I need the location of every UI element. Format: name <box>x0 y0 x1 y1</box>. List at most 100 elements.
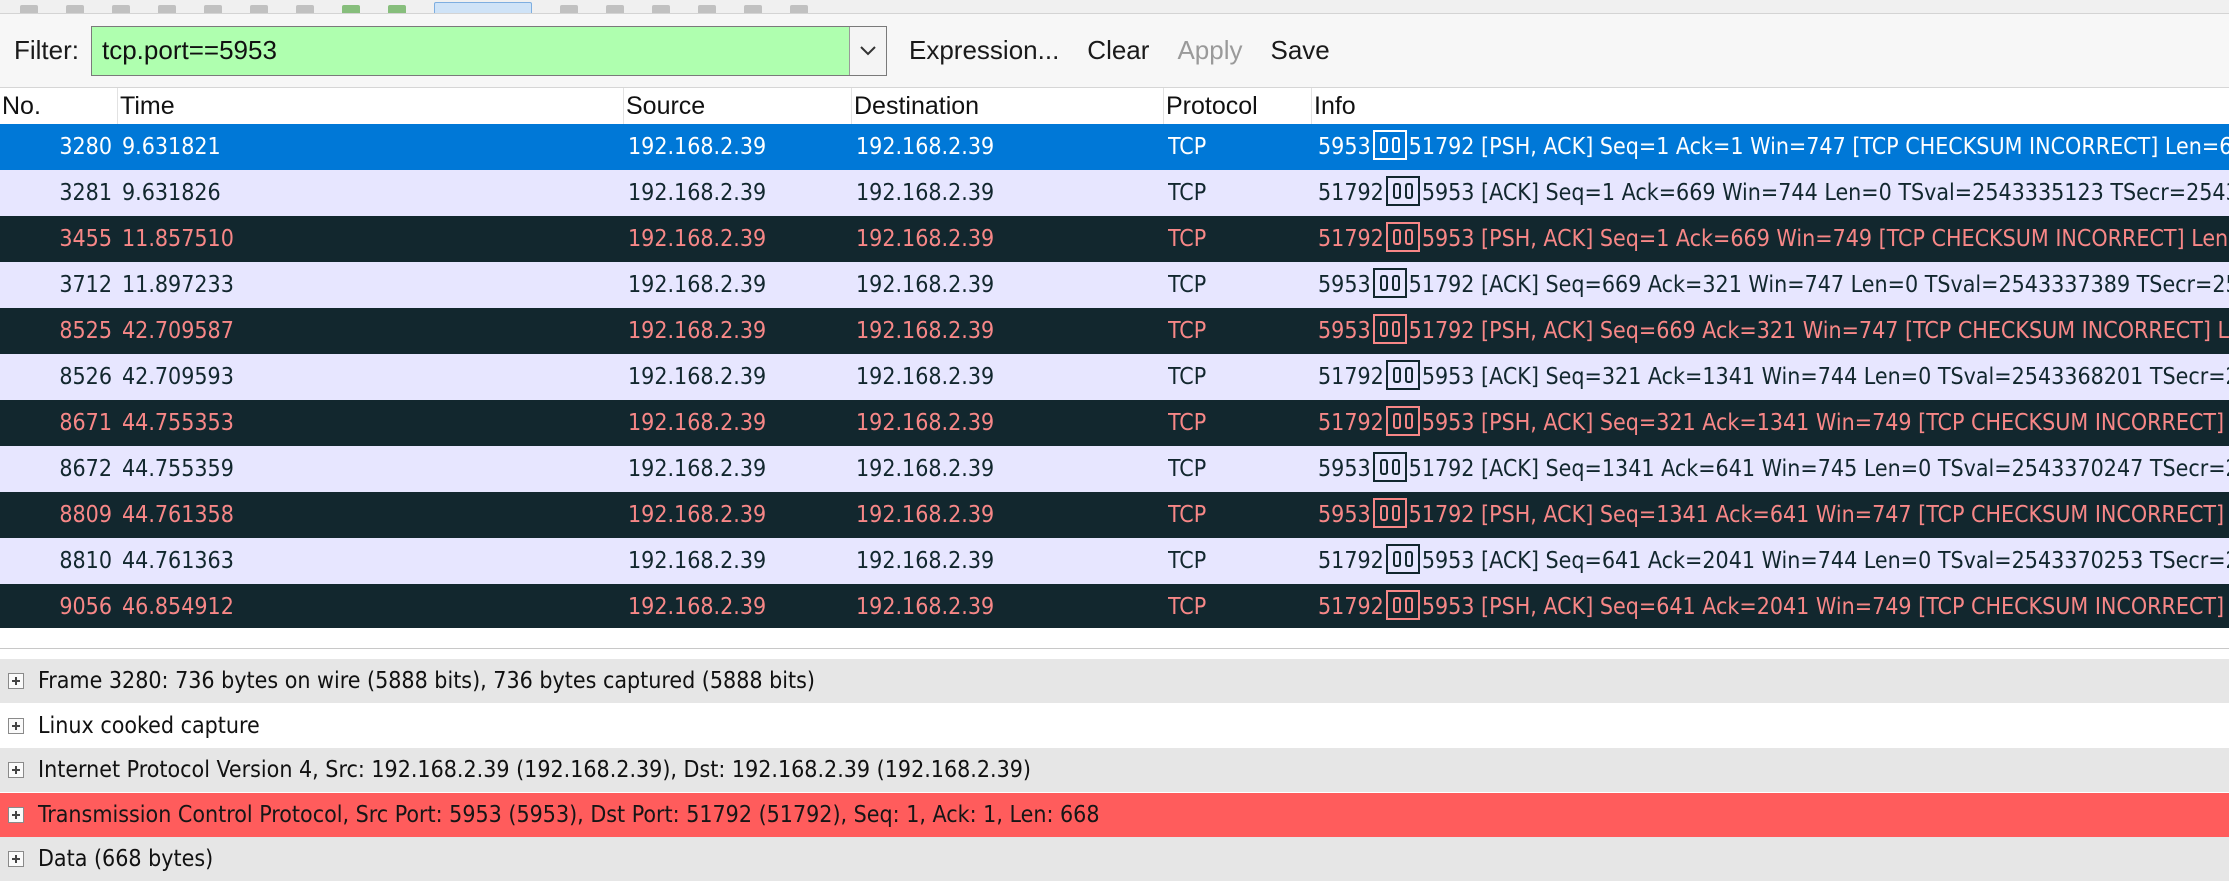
packet-info: 51792 5953 [ACK] Seq=321 Ack=1341 Win=744… <box>1318 354 2229 400</box>
packet-row[interactable]: 3455 11.857510 192.168.2.39 192.168.2.39 TCP… <box>0 216 2229 262</box>
expression-button[interactable]: Expression... <box>903 31 1065 70</box>
packet-info-src-port: 5953 <box>1318 456 1371 482</box>
packet-row[interactable]: 3280 9.631821 192.168.2.39 192.168.2.39 TCP 5… <box>0 124 2229 170</box>
packet-no: 3281 <box>59 180 112 206</box>
packet-info-rest: 51792 [ACK] Seq=669 Ack=321 Win=747 Len=… <box>1408 272 2229 298</box>
packet-time: 11.857510 <box>122 226 234 252</box>
packet-no: 9056 <box>59 594 112 620</box>
packet-time: 44.761363 <box>122 548 234 574</box>
packet-row[interactable]: 8810 44.761363 192.168.2.39 192.168.2.39 TCP… <box>0 538 2229 584</box>
column-header-destination[interactable]: Destination <box>852 88 1164 124</box>
packet-protocol: TCP <box>1168 318 1207 344</box>
toolbar-icon[interactable] <box>112 5 130 13</box>
arrow-glyph-icon <box>1385 222 1420 252</box>
packet-info-src-port: 51792 <box>1318 364 1384 390</box>
packet-destination: 192.168.2.39 <box>856 594 995 620</box>
packet-info-src-port: 5953 <box>1318 502 1371 528</box>
packet-info-rest: 5953 [ACK] Seq=321 Ack=1341 Win=744 Len=… <box>1421 364 2229 390</box>
main-toolbar <box>0 0 2229 14</box>
packet-time: 9.631821 <box>122 134 221 160</box>
packet-time: 42.709593 <box>122 364 234 390</box>
packet-info: 5953 51792 [PSH, ACK] Seq=1341 Ack=641 Wi… <box>1318 492 2229 538</box>
packet-row[interactable]: 8672 44.755359 192.168.2.39 192.168.2.39 TCP… <box>0 446 2229 492</box>
packet-info-rest: 5953 [ACK] Seq=1 Ack=669 Win=744 Len=0 T… <box>1421 180 2229 206</box>
packet-row[interactable]: 8809 44.761358 192.168.2.39 192.168.2.39 TCP… <box>0 492 2229 538</box>
packet-info: 5953 51792 [PSH, ACK] Seq=1 Ack=1 Win=747… <box>1318 124 2229 170</box>
packet-no: 8809 <box>59 502 112 528</box>
apply-button[interactable]: Apply <box>1171 31 1248 70</box>
detail-tree-item[interactable]: Transmission Control Protocol, Src Port:… <box>0 792 2229 837</box>
packet-no: 3280 <box>59 134 112 160</box>
detail-tree-item[interactable]: Internet Protocol Version 4, Src: 192.16… <box>0 748 2229 792</box>
packet-list[interactable]: 3280 9.631821 192.168.2.39 192.168.2.39 TCP 5… <box>0 124 2229 628</box>
packet-info-rest: 51792 [ACK] Seq=1341 Ack=641 Win=745 Len… <box>1408 456 2229 482</box>
filter-input[interactable] <box>92 27 854 74</box>
packet-destination: 192.168.2.39 <box>856 272 995 298</box>
toolbar-icon[interactable] <box>66 5 84 13</box>
packet-row[interactable]: 8525 42.709587 192.168.2.39 192.168.2.39 TCP… <box>0 308 2229 354</box>
plus-box-icon[interactable] <box>8 851 24 867</box>
column-header-time[interactable]: Time <box>118 88 624 124</box>
toolbar-icon[interactable] <box>790 5 808 13</box>
arrow-glyph-icon <box>1385 360 1420 390</box>
toolbar-icon[interactable] <box>20 5 38 13</box>
packet-row[interactable]: 3281 9.631826 192.168.2.39 192.168.2.39 TCP 5… <box>0 170 2229 216</box>
toolbar-icon[interactable] <box>204 5 222 13</box>
toolbar-icon[interactable] <box>744 5 762 13</box>
packet-source: 192.168.2.39 <box>628 594 767 620</box>
packet-destination: 192.168.2.39 <box>856 502 995 528</box>
packet-destination: 192.168.2.39 <box>856 364 995 390</box>
detail-tree-label: Linux cooked capture <box>38 712 260 739</box>
filter-combobox[interactable] <box>91 25 887 76</box>
detail-tree-item[interactable]: Linux cooked capture <box>0 704 2229 748</box>
toolbar-icon[interactable] <box>652 5 670 13</box>
packet-info-src-port: 5953 <box>1318 272 1371 298</box>
detail-tree-item[interactable]: Data (668 bytes) <box>0 837 2229 881</box>
packet-destination: 192.168.2.39 <box>856 226 995 252</box>
plus-box-icon[interactable] <box>8 806 24 823</box>
packet-destination: 192.168.2.39 <box>856 548 995 574</box>
chevron-down-icon[interactable] <box>849 26 886 75</box>
clear-button[interactable]: Clear <box>1081 31 1155 70</box>
toolbar-icon[interactable] <box>158 5 176 13</box>
packet-protocol: TCP <box>1168 272 1207 298</box>
detail-tree-item[interactable]: Frame 3280: 736 bytes on wire (5888 bits… <box>0 659 2229 703</box>
plus-box-icon[interactable] <box>8 673 24 689</box>
plus-box-icon[interactable] <box>8 717 24 734</box>
packet-time: 44.755359 <box>122 456 234 482</box>
packet-info: 51792 5953 [ACK] Seq=641 Ack=2041 Win=744… <box>1318 538 2229 584</box>
toolbar-icon[interactable] <box>250 5 268 13</box>
column-header-info[interactable]: Info <box>1312 88 2229 124</box>
packet-no: 3455 <box>59 226 112 252</box>
toolbar-icon[interactable] <box>698 5 716 13</box>
packet-source: 192.168.2.39 <box>628 318 767 344</box>
detail-tree-label: Data (668 bytes) <box>38 846 214 872</box>
plus-box-icon[interactable] <box>8 762 24 778</box>
packet-info-rest: 5953 [PSH, ACK] Seq=641 Ack=2041 Win=749… <box>1421 594 2229 620</box>
packet-row[interactable]: 8671 44.755353 192.168.2.39 192.168.2.39 TCP… <box>0 400 2229 446</box>
column-header-source[interactable]: Source <box>624 88 852 124</box>
toolbar-icon-selected[interactable] <box>434 2 532 13</box>
toolbar-icon[interactable] <box>560 5 578 13</box>
arrow-glyph-icon <box>1385 176 1420 206</box>
packet-info-rest: 51792 [PSH, ACK] Seq=669 Ack=321 Win=747… <box>1408 318 2229 344</box>
filter-label: Filter: <box>14 35 79 65</box>
packet-destination: 192.168.2.39 <box>856 134 995 160</box>
column-header-protocol[interactable]: Protocol <box>1164 88 1312 124</box>
packet-time: 11.897233 <box>122 272 234 298</box>
toolbar-icon[interactable] <box>606 5 624 13</box>
packet-protocol: TCP <box>1168 456 1207 482</box>
column-header-no[interactable]: No. <box>0 88 118 124</box>
packet-protocol: TCP <box>1168 226 1207 252</box>
packet-time: 44.755353 <box>122 410 234 436</box>
packet-row[interactable]: 9056 46.854912 192.168.2.39 192.168.2.39 TCP… <box>0 584 2229 628</box>
save-button[interactable]: Save <box>1264 31 1335 70</box>
packet-source: 192.168.2.39 <box>628 180 767 206</box>
toolbar-icon[interactable] <box>342 5 360 13</box>
toolbar-icon[interactable] <box>388 5 406 13</box>
packet-row[interactable]: 3712 11.897233 192.168.2.39 192.168.2.39 TCP… <box>0 262 2229 308</box>
toolbar-icon[interactable] <box>296 5 314 13</box>
arrow-glyph-icon <box>1372 130 1407 160</box>
packet-row[interactable]: 8526 42.709593 192.168.2.39 192.168.2.39 TCP… <box>0 354 2229 400</box>
packet-no: 8810 <box>59 548 112 574</box>
